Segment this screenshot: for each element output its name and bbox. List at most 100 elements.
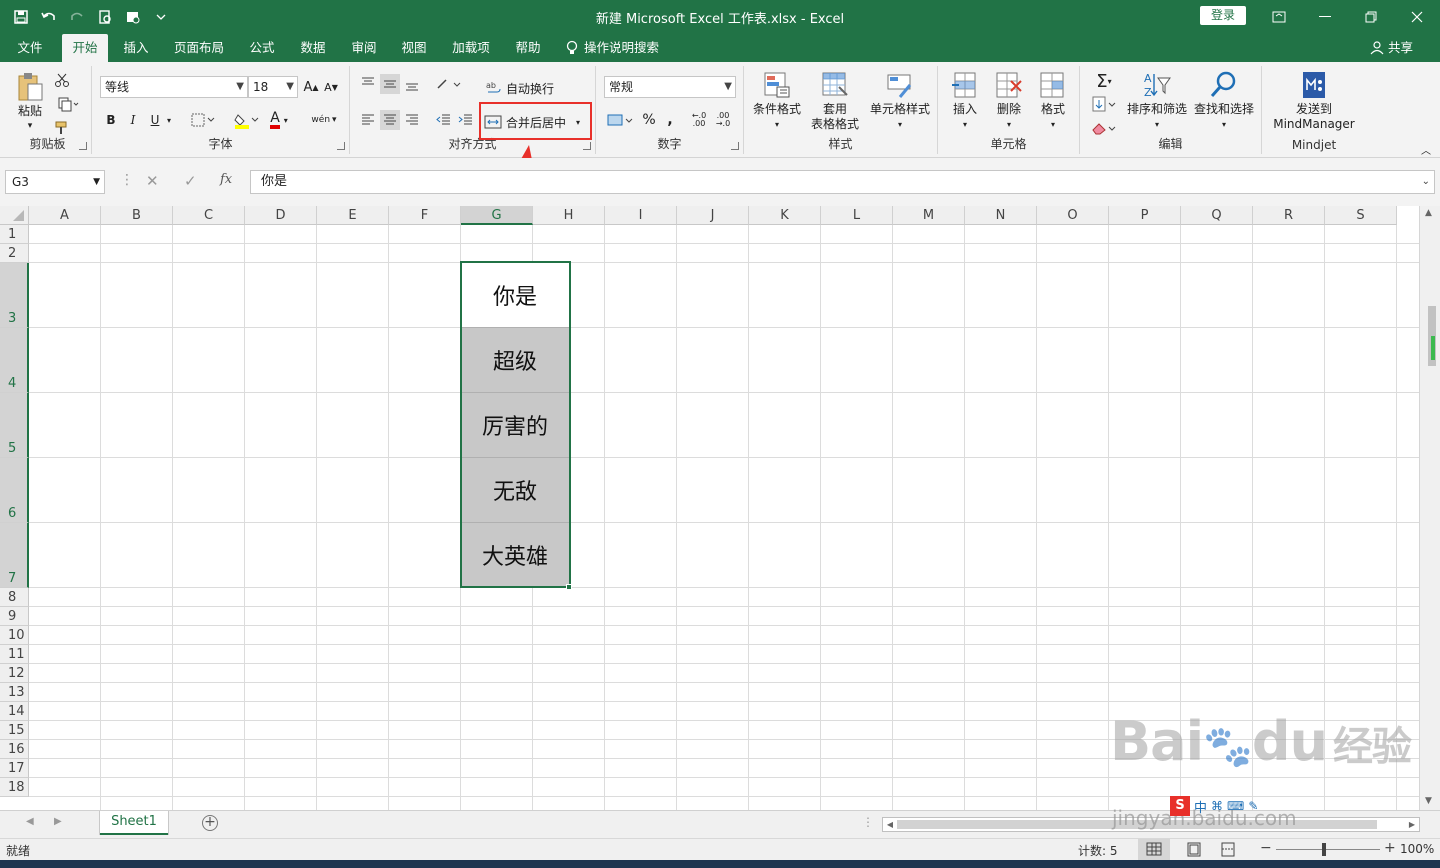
ribbon-display-options-icon[interactable] (1256, 0, 1302, 34)
borders-icon[interactable] (188, 110, 218, 130)
formula-input[interactable]: 你是 ⌄ (250, 170, 1435, 194)
row-header-8[interactable]: 8 (0, 588, 29, 607)
row-header-7[interactable]: 7 (0, 523, 29, 588)
comma-style-button[interactable]: , (662, 110, 678, 130)
column-header-M[interactable]: M (893, 206, 965, 225)
delete-cells-button[interactable]: 删除 ▾ (988, 70, 1030, 132)
column-header-I[interactable]: I (605, 206, 677, 225)
scroll-up-icon[interactable]: ▲ (1425, 208, 1432, 218)
normal-view-icon[interactable] (1138, 839, 1170, 860)
column-header-E[interactable]: E (317, 206, 389, 225)
column-header-H[interactable]: H (533, 206, 605, 225)
tab-addins[interactable]: 加载项 (442, 34, 500, 62)
number-format-combo[interactable]: 常规 ▼ (604, 76, 736, 98)
row-header-17[interactable]: 17 (0, 759, 29, 778)
row-header-14[interactable]: 14 (0, 702, 29, 721)
alignment-launcher-icon[interactable] (583, 142, 591, 150)
expand-formula-bar-icon[interactable]: ⌄ (1422, 171, 1430, 193)
row-header-9[interactable]: 9 (0, 607, 29, 626)
zoom-in-icon[interactable]: + (1384, 840, 1396, 856)
paste-button[interactable]: 粘贴 ▾ (12, 72, 48, 134)
autosum-icon[interactable]: Σ ▾ (1088, 70, 1120, 92)
wrap-text-button[interactable]: ab 自动换行 (486, 78, 566, 98)
accounting-format-icon[interactable] (604, 110, 636, 130)
scroll-right-icon[interactable]: ▶ (1405, 818, 1419, 831)
row-header-10[interactable]: 10 (0, 626, 29, 645)
tab-data[interactable]: 数据 (290, 34, 336, 62)
font-name-combo[interactable]: 等线 ▼ (100, 76, 248, 98)
ime-mode-icon[interactable]: 中 (1194, 797, 1207, 816)
row-header-2[interactable]: 2 (0, 244, 29, 263)
tab-split-handle[interactable]: ⋮ (862, 815, 874, 829)
select-all-button[interactable] (0, 206, 29, 225)
percent-button[interactable]: % (640, 110, 658, 130)
row-header-5[interactable]: 5 (0, 393, 29, 458)
fill-icon[interactable] (1088, 94, 1120, 114)
page-break-view-icon[interactable] (1214, 839, 1242, 860)
underline-button[interactable]: U (146, 110, 164, 130)
increase-decimal-button[interactable]: ←.0 .00 (688, 110, 710, 130)
tab-insert[interactable]: 插入 (114, 34, 158, 62)
ime-tool-icon[interactable]: ✎ (1248, 799, 1258, 813)
row-header-13[interactable]: 13 (0, 683, 29, 702)
scroll-down-icon[interactable]: ▼ (1425, 796, 1432, 806)
top-align-icon[interactable] (358, 74, 378, 94)
row-header-6[interactable]: 6 (0, 458, 29, 523)
column-header-J[interactable]: J (677, 206, 749, 225)
underline-dropdown-icon[interactable]: ▾ (164, 110, 174, 130)
column-header-A[interactable]: A (29, 206, 101, 225)
zoom-out-icon[interactable]: − (1260, 840, 1272, 856)
format-cells-button[interactable]: 格式 ▾ (1032, 70, 1074, 132)
fill-color-icon[interactable] (232, 110, 262, 130)
row-header-1[interactable]: 1 (0, 225, 29, 244)
font-color-button[interactable]: A ▾ (264, 110, 294, 130)
tab-view[interactable]: 视图 (392, 34, 436, 62)
restore-icon[interactable] (1348, 0, 1394, 34)
shrink-font-icon[interactable]: A ▼ (322, 78, 340, 96)
chevron-down-icon[interactable]: ▼ (93, 171, 100, 193)
row-header-11[interactable]: 11 (0, 645, 29, 664)
middle-align-icon[interactable] (380, 74, 400, 94)
tab-help[interactable]: 帮助 (506, 34, 550, 62)
fill-handle[interactable] (566, 584, 572, 590)
decrease-indent-icon[interactable] (434, 110, 454, 130)
font-launcher-icon[interactable] (337, 142, 345, 150)
next-sheet-icon[interactable]: ▶ (54, 816, 62, 827)
sogou-ime-icon[interactable]: S (1170, 796, 1190, 816)
send-to-mindmanager-button[interactable]: 发送到 MindManager (1266, 70, 1362, 132)
close-icon[interactable] (1394, 0, 1440, 34)
cell-styles-button[interactable]: 单元格样式 ▾ (864, 70, 936, 132)
conditional-formatting-button[interactable]: 条件格式 ▾ (748, 70, 806, 132)
vertical-scrollbar[interactable]: ▲ ▼ (1419, 206, 1440, 810)
column-header-L[interactable]: L (821, 206, 893, 225)
column-header-K[interactable]: K (749, 206, 821, 225)
italic-button[interactable]: I (124, 110, 142, 130)
tab-page-layout[interactable]: 页面布局 (164, 34, 234, 62)
sheet-tab-sheet1[interactable]: Sheet1 (100, 811, 168, 835)
row-header-4[interactable]: 4 (0, 328, 29, 393)
decrease-decimal-button[interactable]: .00 →.0 (712, 110, 734, 130)
login-button[interactable]: 登录 (1200, 6, 1246, 25)
column-header-S[interactable]: S (1325, 206, 1397, 225)
align-center-icon[interactable] (380, 110, 400, 130)
ime-keyboard-icon[interactable]: ⌨ (1227, 799, 1244, 813)
column-header-R[interactable]: R (1253, 206, 1325, 225)
tab-home[interactable]: 开始 (62, 34, 108, 62)
align-right-icon[interactable] (402, 110, 422, 130)
tab-review[interactable]: 审阅 (342, 34, 386, 62)
row-header-18[interactable]: 18 (0, 778, 29, 797)
name-box[interactable]: G3 ▼ (5, 170, 105, 194)
copy-icon[interactable] (52, 94, 84, 114)
orientation-icon[interactable] (434, 74, 464, 94)
column-header-N[interactable]: N (965, 206, 1037, 225)
scroll-left-icon[interactable]: ◀ (883, 818, 897, 831)
confirm-entry-icon[interactable]: ✓ (184, 172, 197, 190)
insert-function-icon[interactable]: fx (220, 172, 232, 187)
column-header-B[interactable]: B (101, 206, 173, 225)
increase-indent-icon[interactable] (456, 110, 476, 130)
bottom-align-icon[interactable] (402, 74, 422, 94)
cut-icon[interactable] (52, 70, 72, 90)
bold-button[interactable]: B (102, 110, 120, 130)
row-header-3[interactable]: 3 (0, 263, 29, 328)
row-header-12[interactable]: 12 (0, 664, 29, 683)
